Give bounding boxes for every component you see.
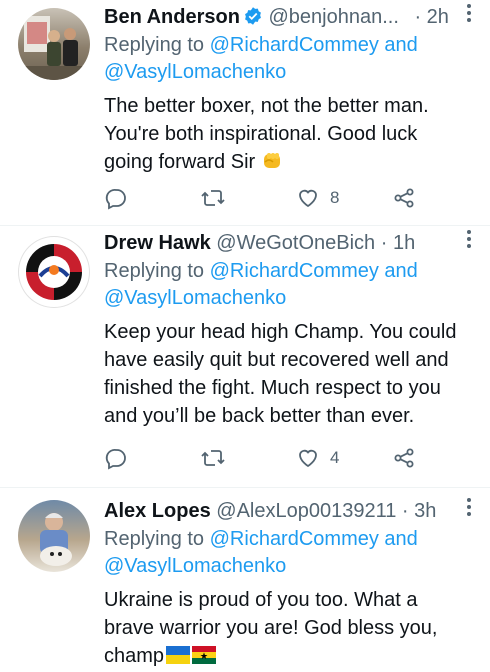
more-icon[interactable] <box>466 228 472 258</box>
tweet-text: Keep your head high Champ. You could hav… <box>104 318 478 430</box>
avatar[interactable] <box>18 500 90 572</box>
reply-button[interactable] <box>104 443 128 473</box>
more-icon[interactable] <box>466 496 472 526</box>
author-handle[interactable]: @benjohnan... <box>269 6 399 28</box>
share-icon <box>392 186 416 210</box>
like-button[interactable]: 8 <box>296 183 339 213</box>
retweet-button[interactable] <box>200 183 226 213</box>
author-handle[interactable]: @WeGotOneBich <box>216 232 375 254</box>
fist-emoji <box>261 148 285 180</box>
like-button[interactable]: 4 <box>296 443 339 473</box>
mention-link[interactable]: @RichardCommey and <box>210 260 418 282</box>
mention-link[interactable]: @RichardCommey and <box>210 528 418 550</box>
tweet-text-line: brave warrior you are! God bless you, <box>104 617 438 639</box>
tweet[interactable]: Alex Lopes @AlexLop00139211 · 3h Replyin… <box>0 488 490 667</box>
author-name[interactable]: Drew Hawk <box>104 232 211 254</box>
author-handle[interactable]: @AlexLop00139211 <box>216 500 396 522</box>
mention-link[interactable]: @RichardCommey and <box>210 34 418 56</box>
author-name[interactable]: Alex Lopes <box>104 500 211 522</box>
ghana-flag <box>192 644 217 664</box>
verified-icon <box>243 5 263 35</box>
like-count: 4 <box>330 448 340 467</box>
replying-to-label: Replying to <box>104 34 205 56</box>
tweet-text-line: finished the fight. Much respect to you <box>104 377 441 399</box>
tweet-text-line: You're both inspirational. Good luck <box>104 123 418 145</box>
tweet[interactable]: Ben Anderson @benjohnan... · 2h Replying… <box>0 0 490 226</box>
reply-icon <box>104 446 128 470</box>
more-icon[interactable] <box>466 2 472 32</box>
reply-button[interactable] <box>104 183 128 213</box>
avatar[interactable] <box>18 8 90 80</box>
like-icon <box>296 446 320 470</box>
timestamp[interactable]: · 1h <box>381 232 415 254</box>
mention-link[interactable]: @VasylLomachenko <box>104 61 286 83</box>
timestamp[interactable]: · 3h <box>402 500 436 522</box>
share-button[interactable] <box>392 183 416 213</box>
tweet-text: Ukraine is proud of you too. What a brav… <box>104 586 478 670</box>
tweet-text-line: going forward Sir <box>104 151 256 173</box>
retweet-icon <box>200 186 226 210</box>
mention-link[interactable]: @VasylLomachenko <box>104 287 286 309</box>
share-icon <box>392 446 416 470</box>
like-icon <box>296 186 320 210</box>
like-count: 8 <box>330 188 340 207</box>
ukraine-flag <box>166 644 191 664</box>
tweet-text-line: and you’ll be back better than ever. <box>104 405 415 427</box>
tweet[interactable]: Drew Hawk @WeGotOneBich · 1h Replying to… <box>0 226 490 488</box>
reply-icon <box>104 186 128 210</box>
author-name[interactable]: Ben Anderson <box>104 6 240 28</box>
replying-to-label: Replying to <box>104 528 205 550</box>
tweet-text: The better boxer, not the better man. Yo… <box>104 92 478 180</box>
replying-to-label: Replying to <box>104 260 205 282</box>
retweet-button[interactable] <box>200 443 226 473</box>
tweet-text-line: The better boxer, not the better man. <box>104 95 429 117</box>
avatar[interactable] <box>18 236 90 308</box>
tweet-text-line: have easily quit but recovered well and <box>104 349 449 371</box>
retweet-icon <box>200 446 226 470</box>
tweet-text-line: Ukraine is proud of you too. What a <box>104 589 418 611</box>
share-button[interactable] <box>392 443 416 473</box>
timestamp[interactable]: · 2h <box>414 6 448 28</box>
tweet-text-line: Keep your head high Champ. You could <box>104 321 457 343</box>
mention-link[interactable]: @VasylLomachenko <box>104 555 286 577</box>
tweet-text-line: champ <box>104 645 165 667</box>
